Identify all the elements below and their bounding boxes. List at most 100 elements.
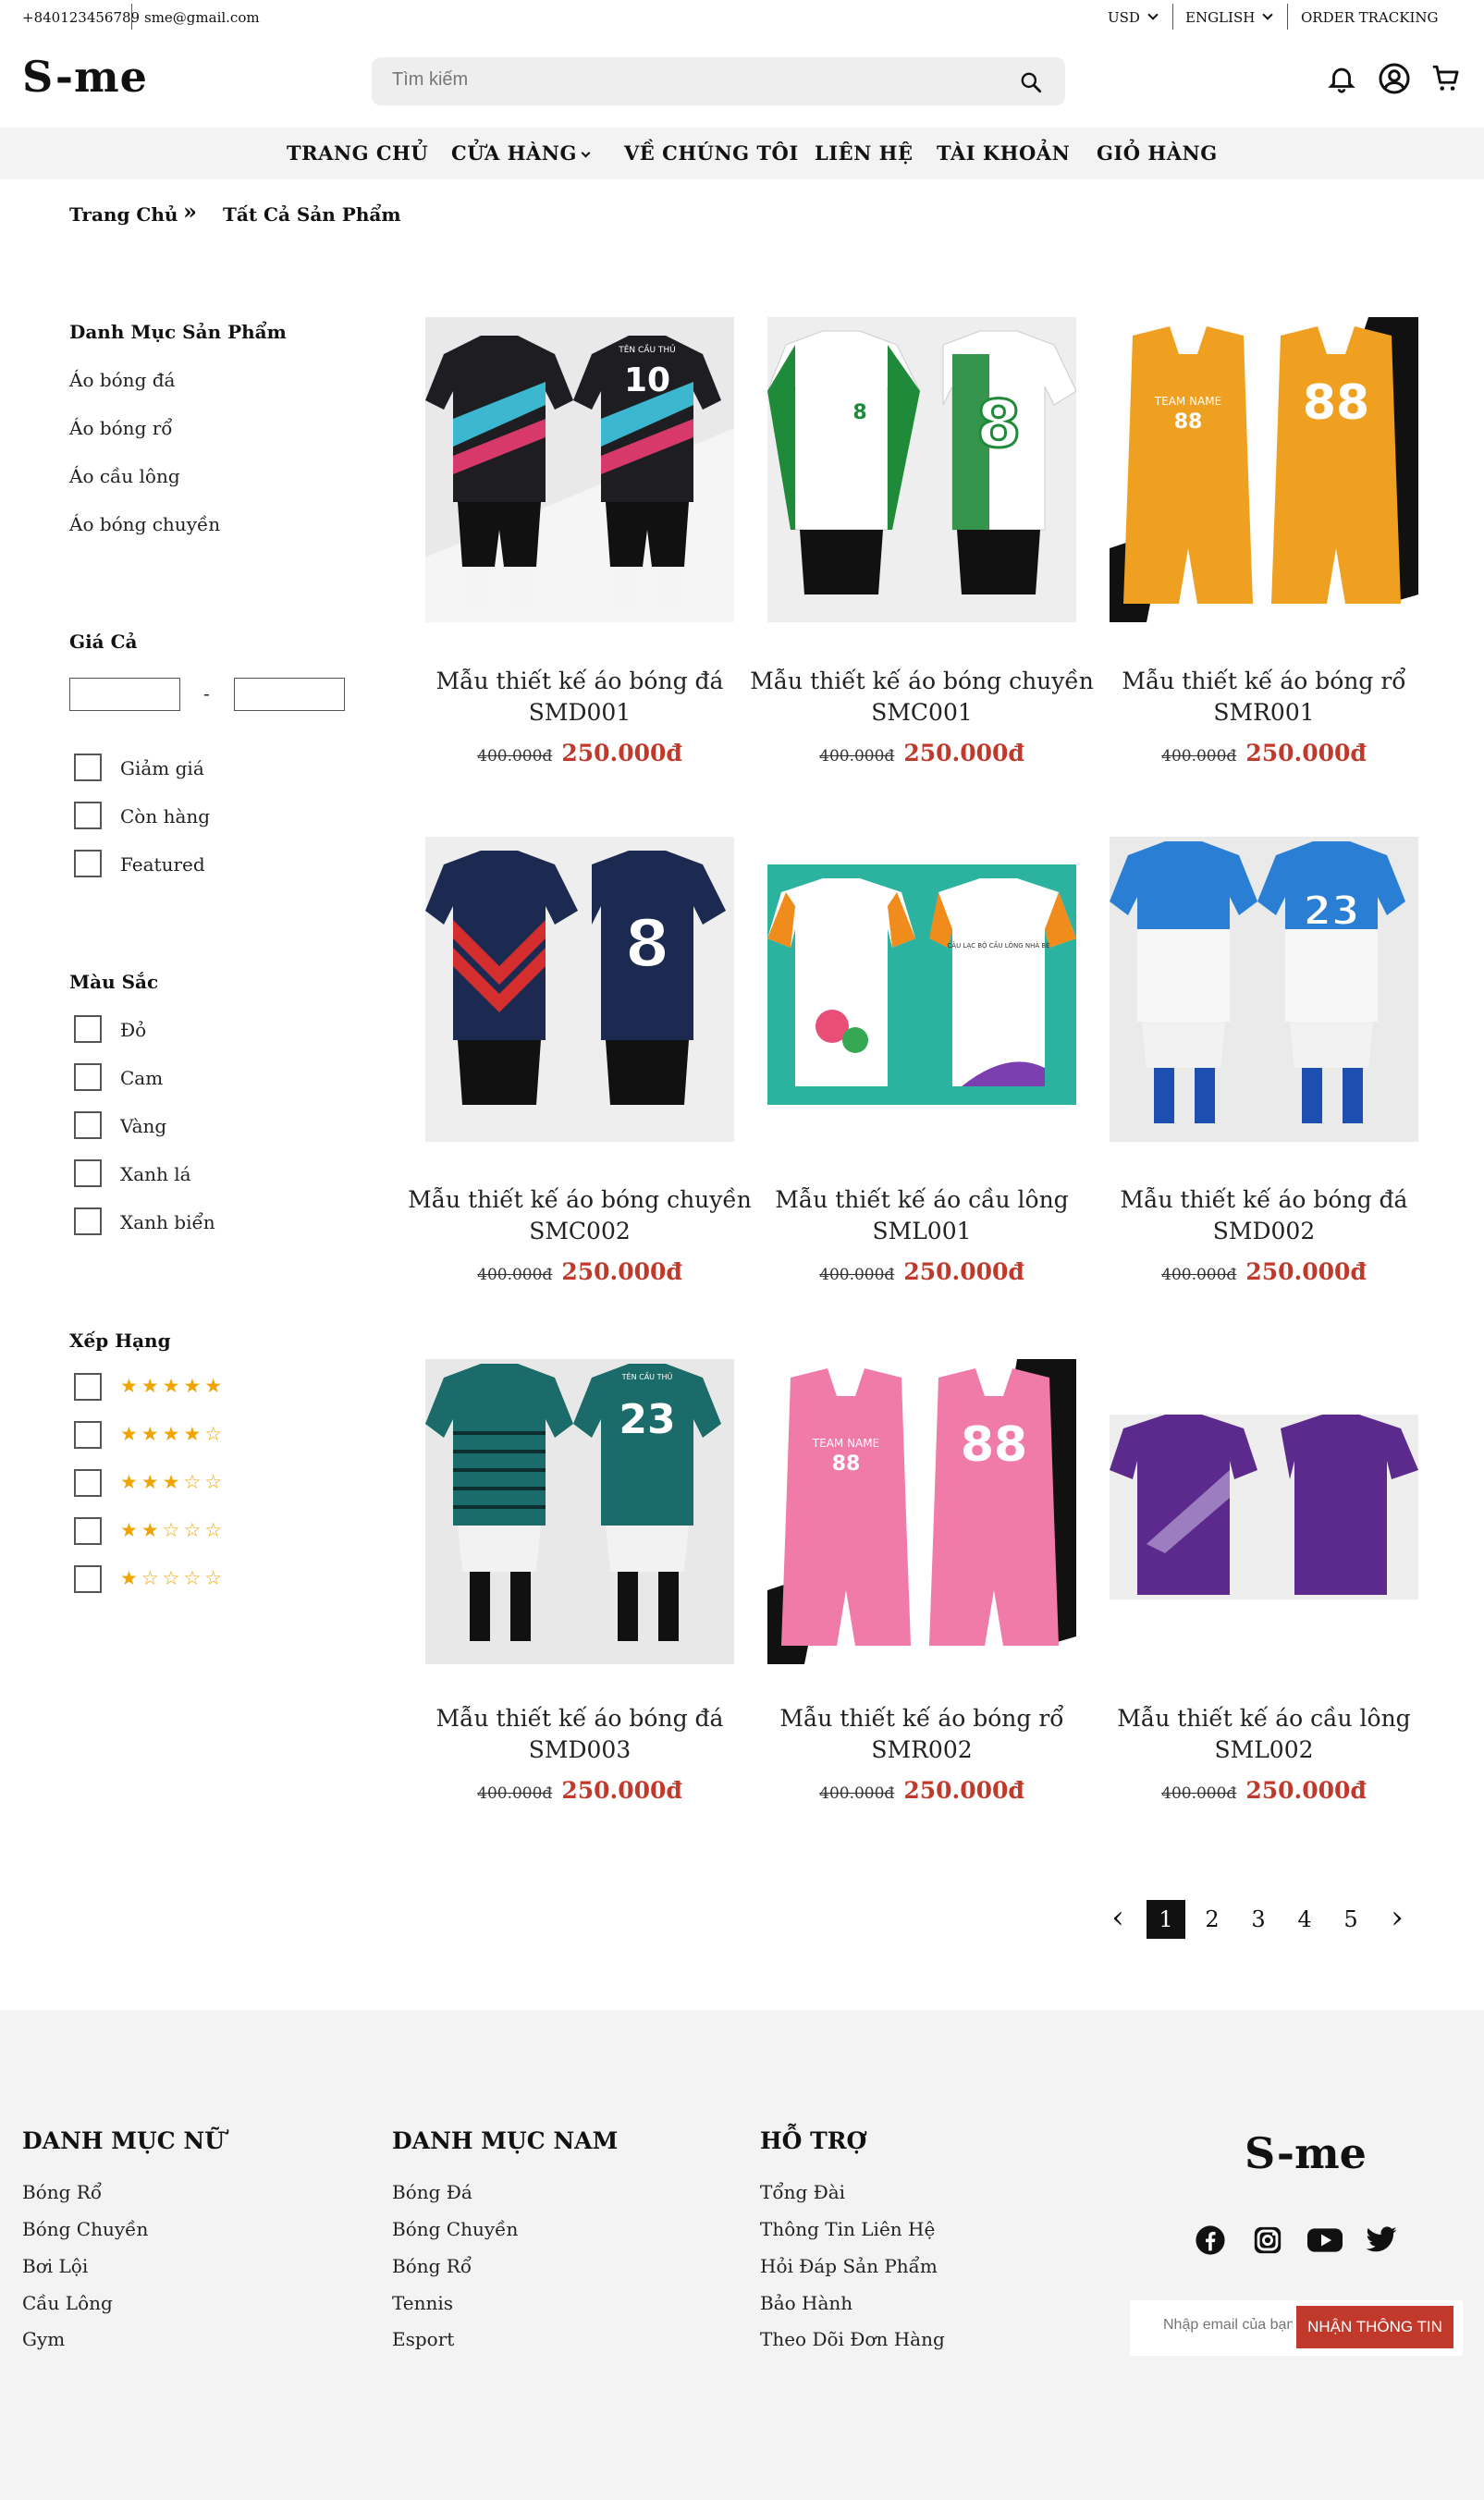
- product-image-smr002[interactable]: TEAM NAME 88 88: [767, 1359, 1076, 1664]
- price-min-input[interactable]: [69, 678, 180, 711]
- language-select[interactable]: ENGLISH: [1185, 9, 1273, 26]
- color-yellow-checkbox[interactable]: [74, 1111, 102, 1139]
- product-title[interactable]: Mẫu thiết kế áo cầu lông SML001: [746, 1184, 1098, 1247]
- youtube-icon[interactable]: [1307, 2226, 1343, 2254]
- page-5-button[interactable]: 5: [1331, 1900, 1370, 1939]
- footer-link[interactable]: Bơi Lội: [22, 2255, 88, 2277]
- product-title[interactable]: Mẫu thiết kế áo bóng đá SMD002: [1088, 1184, 1440, 1247]
- jersey-number: 8: [976, 386, 1022, 462]
- page-2-button[interactable]: 2: [1193, 1900, 1232, 1939]
- footer-link[interactable]: Hỏi Đáp Sản Phẩm: [760, 2255, 938, 2277]
- footer-link[interactable]: Theo Dõi Đơn Hàng: [760, 2328, 945, 2350]
- color-green-checkbox[interactable]: [74, 1159, 102, 1187]
- in-stock-checkbox[interactable]: [74, 802, 102, 829]
- jersey-name-text: CÂU LẠC BỘ CẦU LÔNG NHÀ BÈ: [947, 940, 1049, 950]
- product-image-smc001[interactable]: 8 8: [767, 317, 1076, 622]
- rating-3-checkbox[interactable]: [74, 1469, 102, 1497]
- breadcrumb-separator: »: [183, 198, 197, 225]
- category-basketball[interactable]: Áo bóng rổ: [69, 417, 173, 439]
- nav-item-about[interactable]: VỀ CHÚNG TÔI: [624, 141, 799, 165]
- rating-4-checkbox[interactable]: [74, 1421, 102, 1449]
- search-icon[interactable]: [1019, 70, 1043, 94]
- footer-link[interactable]: Bóng Chuyền: [22, 2218, 148, 2240]
- product-title[interactable]: Mẫu thiết kế áo bóng đá SMD003: [404, 1703, 755, 1766]
- product-image-smd002[interactable]: 23: [1110, 837, 1418, 1142]
- sale-price: 250.000đ: [1245, 740, 1367, 766]
- product-image-smd001[interactable]: TÊN CẦU THỦ 10: [425, 317, 734, 622]
- jersey-name-text: TEAM NAME: [1154, 395, 1221, 408]
- product-title[interactable]: Mẫu thiết kế áo bóng chuyền SMC002: [404, 1184, 755, 1247]
- color-orange-checkbox[interactable]: [74, 1063, 102, 1091]
- bell-icon[interactable]: [1326, 63, 1357, 94]
- footer-logo[interactable]: S-me: [1245, 2128, 1367, 2178]
- nav-item-contact[interactable]: LIÊN HỆ: [815, 141, 913, 165]
- rating-title: Xếp Hạng: [69, 1330, 171, 1352]
- user-icon[interactable]: [1378, 62, 1411, 95]
- product-title[interactable]: Mẫu thiết kế áo bóng chuyền SMC001: [746, 666, 1098, 729]
- page-4-button[interactable]: 4: [1285, 1900, 1324, 1939]
- footer-link[interactable]: Tennis: [392, 2292, 453, 2314]
- footer-link[interactable]: Bóng Đá: [392, 2181, 472, 2203]
- currency-select[interactable]: USD: [1108, 9, 1159, 26]
- jersey-number: 23: [1303, 888, 1359, 935]
- product-title[interactable]: Mẫu thiết kế áo cầu lông SML002: [1088, 1703, 1440, 1766]
- prev-page-button[interactable]: ‹: [1098, 1900, 1137, 1939]
- category-volleyball[interactable]: Áo bóng chuyền: [69, 513, 220, 535]
- newsletter-email-input[interactable]: [1163, 2317, 1293, 2334]
- subscribe-button[interactable]: NHẬN THÔNG TIN: [1296, 2306, 1453, 2348]
- nav-item-shop[interactable]: CỬA HÀNG: [451, 141, 591, 165]
- jersey-number: 88: [1174, 411, 1203, 434]
- nav-item-cart[interactable]: GIỎ HÀNG: [1097, 141, 1218, 165]
- next-page-button[interactable]: ›: [1378, 1900, 1417, 1939]
- nav-item-account[interactable]: TÀI KHOẢN: [937, 141, 1070, 165]
- search-input[interactable]: [392, 69, 993, 91]
- footer-link[interactable]: Bảo Hành: [760, 2292, 852, 2314]
- breadcrumb-home[interactable]: Trang Chủ: [69, 203, 178, 226]
- rating-2-checkbox[interactable]: [74, 1517, 102, 1545]
- category-badminton[interactable]: Áo cầu lông: [69, 465, 180, 487]
- footer-link[interactable]: Cầu Lông: [22, 2292, 113, 2314]
- in-stock-label: Còn hàng: [120, 805, 211, 827]
- rating-1-checkbox[interactable]: [74, 1565, 102, 1593]
- nav-item-home[interactable]: TRANG CHỦ: [287, 141, 428, 165]
- product-image-sml001[interactable]: CÂU LẠC BỘ CẦU LÔNG NHÀ BÈ: [767, 837, 1076, 1142]
- old-price: 400.000đ: [1161, 1784, 1237, 1803]
- main-nav: TRANG CHỦ CỬA HÀNG VỀ CHÚNG TÔI LIÊN HỆ …: [0, 128, 1484, 179]
- sale-checkbox[interactable]: [74, 754, 102, 781]
- price-max-input[interactable]: [234, 678, 345, 711]
- site-logo[interactable]: S-me: [22, 52, 148, 102]
- product-image-smc002[interactable]: 8: [425, 837, 734, 1142]
- old-price: 400.000đ: [477, 747, 553, 766]
- footer-link[interactable]: Thông Tin Liên Hệ: [760, 2218, 935, 2240]
- footer-link[interactable]: Tổng Đài: [760, 2181, 845, 2203]
- facebook-icon[interactable]: [1195, 2224, 1226, 2256]
- color-blue-checkbox[interactable]: [74, 1207, 102, 1235]
- old-price: 400.000đ: [819, 1784, 895, 1803]
- category-football[interactable]: Áo bóng đá: [69, 369, 175, 391]
- product-title[interactable]: Mẫu thiết kế áo bóng rổ SMR001: [1088, 666, 1440, 729]
- footer-link[interactable]: Esport: [392, 2328, 454, 2350]
- footer-link[interactable]: Gym: [22, 2328, 65, 2350]
- product-image-smr001[interactable]: TEAM NAME 88 88: [1110, 317, 1418, 622]
- page-3-button[interactable]: 3: [1239, 1900, 1278, 1939]
- rating-5-checkbox[interactable]: [74, 1373, 102, 1401]
- instagram-icon[interactable]: [1252, 2224, 1283, 2256]
- product-title[interactable]: Mẫu thiết kế áo bóng rổ SMR002: [746, 1703, 1098, 1766]
- page-1-button[interactable]: 1: [1147, 1900, 1185, 1939]
- footer-link[interactable]: Bóng Chuyền: [392, 2218, 518, 2240]
- jersey-number: 10: [624, 362, 670, 399]
- twitter-icon[interactable]: [1365, 2226, 1398, 2254]
- order-tracking-link[interactable]: ORDER TRACKING: [1301, 9, 1438, 26]
- product-image-sml002[interactable]: [1110, 1359, 1418, 1664]
- featured-checkbox[interactable]: [74, 850, 102, 877]
- jersey-number: 88: [832, 1452, 861, 1476]
- product-title[interactable]: Mẫu thiết kế áo bóng đá SMD001: [404, 666, 755, 729]
- phone-number: +840123456789: [22, 9, 141, 26]
- breadcrumb-current: Tất Cả Sản Phẩm: [223, 203, 401, 226]
- sale-price: 250.000đ: [1245, 1777, 1367, 1804]
- cart-icon[interactable]: [1429, 63, 1463, 94]
- color-red-checkbox[interactable]: [74, 1015, 102, 1043]
- footer-link[interactable]: Bóng Rổ: [392, 2255, 472, 2277]
- product-image-smd003[interactable]: TÊN CẦU THỦ 23: [425, 1359, 734, 1664]
- footer-link[interactable]: Bóng Rổ: [22, 2181, 102, 2203]
